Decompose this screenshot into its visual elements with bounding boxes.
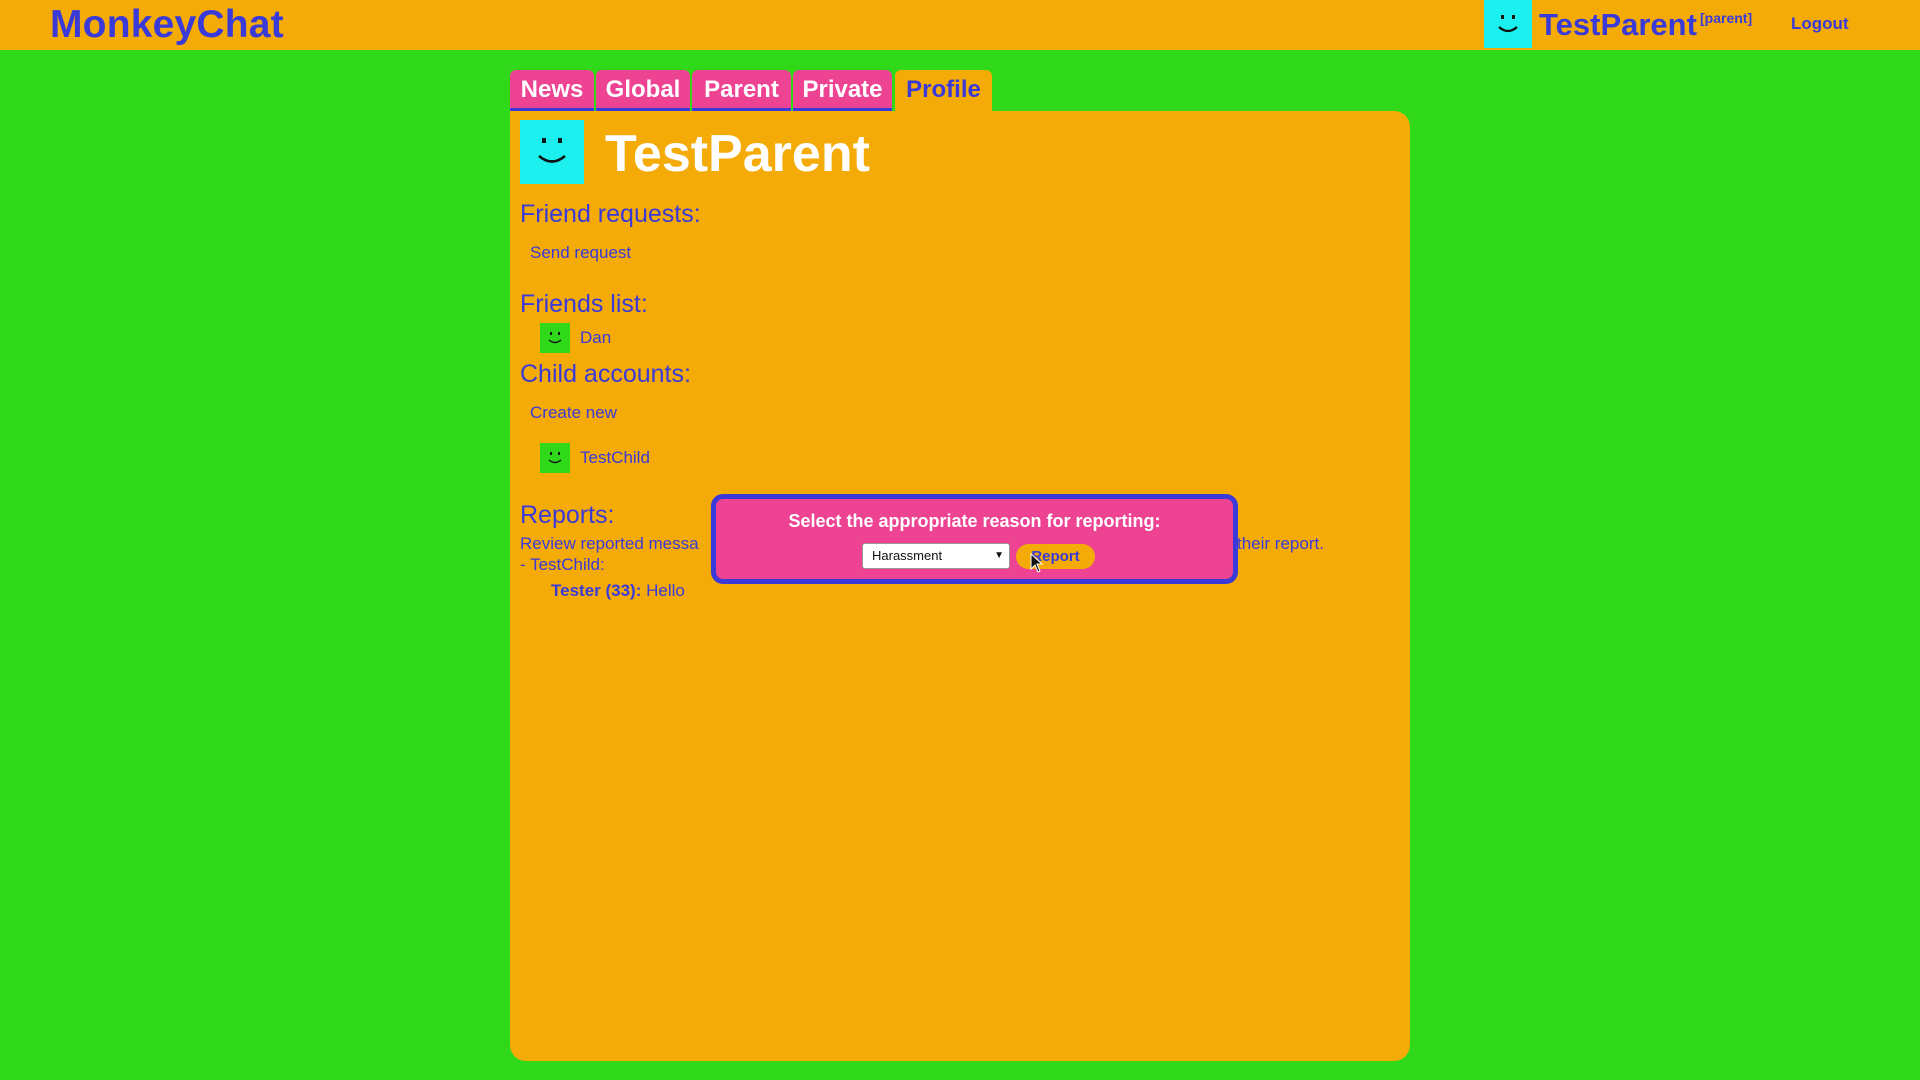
reports-heading: Reports: [520,501,615,529]
top-bar: MonkeyChat TestParent [parent] Logout [0,0,1920,50]
smiley-icon [548,452,562,464]
friends-list-heading: Friends list: [520,290,648,318]
create-child-link[interactable]: Create new [530,403,617,423]
child-item-testchild[interactable]: TestChild [580,448,650,468]
reason-select-value: Harassment [872,548,943,563]
brand-logo[interactable]: MonkeyChat [50,2,284,48]
modal-title: Select the appropriate reason for report… [788,511,1161,531]
header-role-badge: [parent] [1700,10,1753,26]
tab-news[interactable]: News [510,70,594,111]
smiley-icon [548,332,562,344]
user-avatar[interactable] [1484,0,1532,48]
child-accounts-heading: Child accounts: [520,360,691,388]
reports-intro-end: their report. [1237,534,1324,553]
logout-link[interactable]: Logout [1791,14,1849,34]
friend-requests-heading: Friend requests: [520,200,701,228]
reason-select[interactable]: Harassment ▼ [862,543,1010,569]
report-child-label: - TestChild: [520,555,605,574]
header-username[interactable]: TestParent [1539,6,1697,44]
profile-title: TestParent [605,125,870,183]
smiley-icon [538,138,566,163]
tab-parent[interactable]: Parent [692,70,791,111]
reports-intro-start: Review reported messa [520,534,699,553]
friend-item-dan[interactable]: Dan [580,328,611,348]
reported-message-text: Hello [646,581,685,600]
tab-profile[interactable]: Profile [895,70,992,112]
reported-message[interactable]: Tester (33): Hello [551,581,685,601]
send-request-link[interactable]: Send request [530,243,631,263]
tab-private[interactable]: Private [793,70,892,111]
tab-global[interactable]: Global [596,70,690,111]
chevron-down-icon: ▼ [994,550,1004,561]
report-reason-modal: Select the appropriate reason for report… [711,494,1238,584]
child-avatar [540,443,570,473]
page: MonkeyChat TestParent [parent] Logout Ne… [0,0,1920,1080]
profile-avatar [520,120,584,184]
reported-message-user: Tester (33): [551,581,642,600]
smiley-icon [1498,15,1518,33]
report-button[interactable]: Report [1016,544,1095,569]
friend-avatar [540,323,570,353]
mouse-cursor-icon [1030,553,1044,573]
